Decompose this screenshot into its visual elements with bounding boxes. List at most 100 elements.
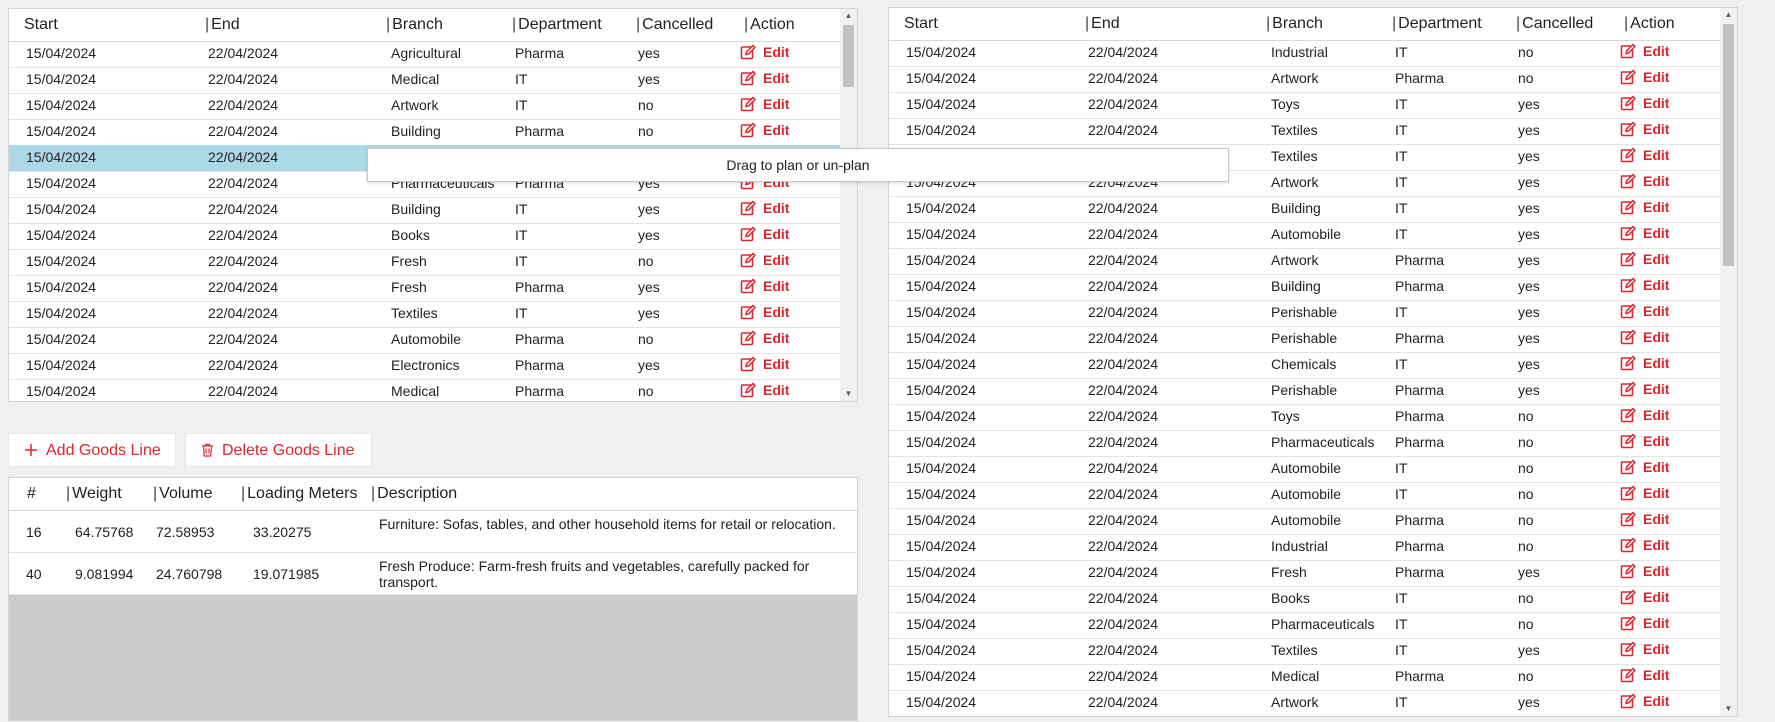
edit-link[interactable]: Edit <box>1620 69 1669 85</box>
table-row[interactable]: 15/04/2024 22/04/2024 Agricultural Pharma ye… <box>9 41 840 68</box>
edit-link[interactable]: Edit <box>740 356 789 372</box>
edit-link[interactable]: Edit <box>1620 121 1669 137</box>
edit-link[interactable]: Edit <box>1620 355 1669 371</box>
goods-column-header-volume[interactable]: | Volume <box>153 485 213 503</box>
edit-link[interactable]: Edit <box>740 44 789 60</box>
table-row[interactable]: 15/04/2024 22/04/2024 Chemicals IT yes Edit <box>889 352 1720 379</box>
edit-link[interactable]: Edit <box>740 122 789 138</box>
goods-column-header-description[interactable]: | Description <box>371 485 457 503</box>
right-grid-scrollbar[interactable]: ▲ ▼ <box>1720 8 1737 716</box>
column-header-end[interactable]: | End <box>1085 15 1120 33</box>
table-row[interactable]: 15/04/2024 22/04/2024 Fresh Pharma yes Edit <box>889 560 1720 587</box>
edit-link[interactable]: Edit <box>1620 147 1669 163</box>
edit-link[interactable]: Edit <box>1620 615 1669 631</box>
edit-link[interactable]: Edit <box>740 382 789 398</box>
left-grid-body[interactable]: 15/04/2024 22/04/2024 Agricultural Pharma ye… <box>9 41 840 401</box>
table-row[interactable]: 15/04/2024 22/04/2024 Textiles IT yes Edit <box>889 638 1720 665</box>
table-row[interactable]: 15/04/2024 22/04/2024 Fresh IT no Edit <box>9 249 840 276</box>
table-row[interactable]: 15/04/2024 22/04/2024 Automobile Pharma no Ed… <box>889 508 1720 535</box>
edit-link[interactable]: Edit <box>1620 199 1669 215</box>
edit-link[interactable]: Edit <box>740 96 789 112</box>
column-header-department[interactable]: | Department <box>1392 15 1482 33</box>
table-row[interactable]: 15/04/2024 22/04/2024 Medical IT yes Edit <box>9 67 840 94</box>
edit-link[interactable]: Edit <box>1620 173 1669 189</box>
scroll-up-arrow-icon[interactable]: ▲ <box>840 9 857 23</box>
column-header-cancelled[interactable]: | Cancelled <box>1516 15 1593 33</box>
edit-link[interactable]: Edit <box>1620 589 1669 605</box>
table-row[interactable]: 15/04/2024 22/04/2024 Automobile IT no Edit <box>889 482 1720 509</box>
edit-link[interactable]: Edit <box>740 278 789 294</box>
column-header-department[interactable]: | Department <box>512 16 602 34</box>
table-row[interactable]: 15/04/2024 22/04/2024 Artwork Pharma no Edit <box>889 66 1720 93</box>
table-row[interactable]: 15/04/2024 22/04/2024 Artwork IT yes Edit <box>889 690 1720 716</box>
delete-goods-line-button[interactable]: Delete Goods Line <box>185 433 372 467</box>
table-row[interactable]: 15/04/2024 22/04/2024 Pharmaceuticals Pharm… <box>889 430 1720 457</box>
table-row[interactable]: 15/04/2024 22/04/2024 Perishable Pharma yes E… <box>889 378 1720 405</box>
column-header-end[interactable]: | End <box>205 16 240 34</box>
edit-link[interactable]: Edit <box>1620 407 1669 423</box>
edit-link[interactable]: Edit <box>1620 693 1669 709</box>
column-header-action[interactable]: | Action <box>1624 15 1675 33</box>
table-row[interactable]: 15/04/2024 22/04/2024 Industrial IT no Edit <box>889 40 1720 67</box>
edit-link[interactable]: Edit <box>740 70 789 86</box>
edit-link[interactable]: Edit <box>740 304 789 320</box>
column-header-branch[interactable]: | Branch <box>386 16 443 34</box>
edit-link[interactable]: Edit <box>1620 537 1669 553</box>
table-row[interactable]: 15/04/2024 22/04/2024 Pharmaceuticals IT no E… <box>889 612 1720 639</box>
table-row[interactable]: 15/04/2024 22/04/2024 Perishable IT yes Edit <box>889 300 1720 327</box>
column-header-start[interactable]: Start <box>24 16 58 34</box>
edit-link[interactable]: Edit <box>1620 511 1669 527</box>
scroll-down-arrow-icon[interactable]: ▼ <box>1720 702 1737 716</box>
edit-link[interactable]: Edit <box>1620 225 1669 241</box>
edit-link[interactable]: Edit <box>1620 329 1669 345</box>
add-goods-line-button[interactable]: Add Goods Line <box>8 433 176 467</box>
edit-link[interactable]: Edit <box>1620 43 1669 59</box>
edit-link[interactable]: Edit <box>740 200 789 216</box>
table-row[interactable]: 15/04/2024 22/04/2024 Artwork Pharma yes Edit <box>889 248 1720 275</box>
table-row[interactable]: 15/04/2024 22/04/2024 Automobile Pharma no Ed… <box>9 327 840 354</box>
right-grid-body[interactable]: 15/04/2024 22/04/2024 Industrial IT no Edit 15… <box>889 40 1720 716</box>
table-row[interactable]: 15/04/2024 22/04/2024 Textiles IT yes Edit <box>9 301 840 328</box>
goods-column-header-weight[interactable]: | Weight <box>66 485 122 503</box>
edit-link[interactable]: Edit <box>1620 303 1669 319</box>
table-row[interactable]: 15/04/2024 22/04/2024 Artwork IT no Edit <box>9 93 840 120</box>
scroll-down-arrow-icon[interactable]: ▼ <box>840 387 857 401</box>
table-row[interactable]: 15/04/2024 22/04/2024 Textiles IT yes Edit <box>889 118 1720 145</box>
edit-link[interactable]: Edit <box>1620 667 1669 683</box>
table-row[interactable]: 15/04/2024 22/04/2024 Books IT no Edit <box>889 586 1720 613</box>
table-row[interactable]: 15/04/2024 22/04/2024 Building IT yes Edit <box>9 197 840 224</box>
edit-link[interactable]: Edit <box>1620 277 1669 293</box>
column-header-action[interactable]: | Action <box>744 16 795 34</box>
scrollbar-thumb[interactable] <box>1723 24 1734 266</box>
edit-link[interactable]: Edit <box>740 252 789 268</box>
edit-link[interactable]: Edit <box>1620 485 1669 501</box>
edit-link[interactable]: Edit <box>1620 459 1669 475</box>
column-header-start[interactable]: Start <box>904 15 938 33</box>
table-row[interactable]: 15/04/2024 22/04/2024 Automobile IT no Edit <box>889 456 1720 483</box>
table-row[interactable]: 15/04/2024 22/04/2024 Building Pharma no Edit <box>9 119 840 146</box>
table-row[interactable]: 15/04/2024 22/04/2024 Perishable Pharma yes E… <box>889 326 1720 353</box>
table-row[interactable]: 15/04/2024 22/04/2024 Building Pharma yes Edi… <box>889 274 1720 301</box>
goods-row[interactable]: 16 64.75768 72.58953 33.20275 Furniture: Sof… <box>9 511 857 553</box>
edit-link[interactable]: Edit <box>1620 251 1669 267</box>
goods-row[interactable]: 40 9.081994 24.760798 19.071985 Fresh Produc… <box>9 553 857 595</box>
table-row[interactable]: 15/04/2024 22/04/2024 Toys Pharma no Edit <box>889 404 1720 431</box>
scrollbar-thumb[interactable] <box>843 25 854 87</box>
edit-link[interactable]: Edit <box>1620 95 1669 111</box>
scroll-up-arrow-icon[interactable]: ▲ <box>1720 8 1737 22</box>
goods-column-header-loading-meters[interactable]: | Loading Meters <box>241 485 357 503</box>
column-header-branch[interactable]: | Branch <box>1266 15 1323 33</box>
left-grid-scrollbar[interactable]: ▲ ▼ <box>840 9 857 401</box>
table-row[interactable]: 15/04/2024 22/04/2024 Fresh Pharma yes Edit <box>9 275 840 302</box>
table-row[interactable]: 15/04/2024 22/04/2024 Industrial Pharma no Ed… <box>889 534 1720 561</box>
edit-link[interactable]: Edit <box>1620 433 1669 449</box>
edit-link[interactable]: Edit <box>740 226 789 242</box>
edit-link[interactable]: Edit <box>1620 381 1669 397</box>
goods-column-header-number[interactable]: # <box>27 485 36 503</box>
edit-link[interactable]: Edit <box>1620 641 1669 657</box>
table-row[interactable]: 15/04/2024 22/04/2024 Electronics Pharma yes… <box>9 353 840 380</box>
table-row[interactable]: 15/04/2024 22/04/2024 Automobile IT yes Edit <box>889 222 1720 249</box>
edit-link[interactable]: Edit <box>740 330 789 346</box>
table-row[interactable]: 15/04/2024 22/04/2024 Books IT yes Edit <box>9 223 840 250</box>
column-header-cancelled[interactable]: | Cancelled <box>636 16 713 34</box>
